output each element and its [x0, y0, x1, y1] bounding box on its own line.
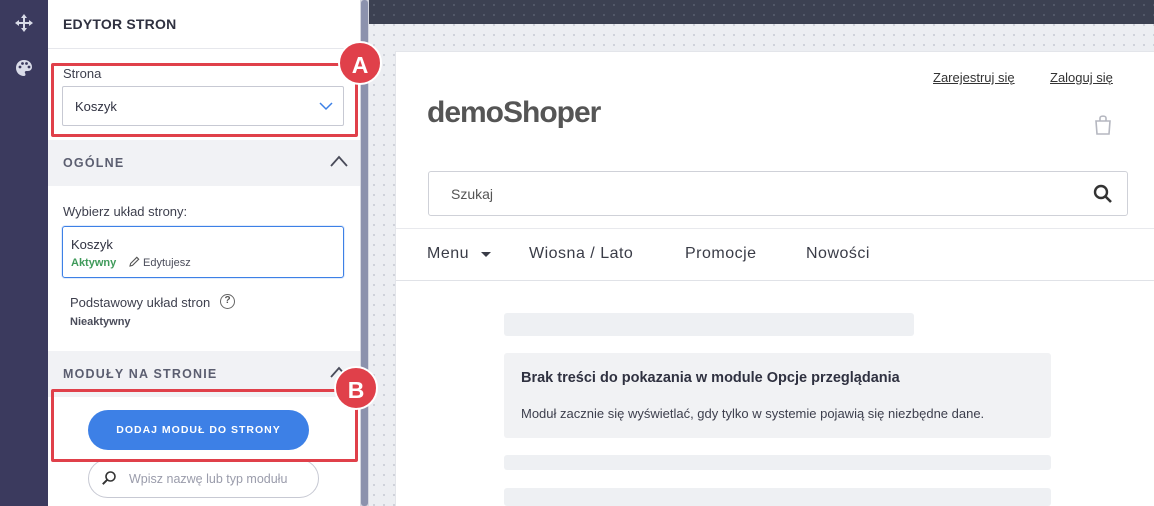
store-logo[interactable]: demoShoper	[427, 96, 601, 130]
status-badge: Aktywny	[71, 257, 117, 269]
help-icon[interactable]: ?	[220, 294, 235, 309]
pencil-icon	[129, 256, 140, 270]
chevron-up-icon	[330, 155, 348, 167]
register-link[interactable]: Zarejestruj się	[933, 70, 1015, 85]
nav-menu[interactable]: Menu	[427, 245, 469, 263]
caret-down-icon[interactable]	[481, 252, 491, 257]
status-badge: Nieaktywny	[70, 316, 131, 328]
store-search-placeholder: Szukaj	[451, 186, 494, 202]
nav-promotions[interactable]: Promocje	[685, 245, 757, 263]
notice-text: Moduł zacznie się wyświetlać, gdy tylko …	[521, 406, 985, 421]
placeholder-bar	[504, 488, 1051, 506]
highlight-box-a	[51, 63, 358, 137]
section-modules-title: MODUŁY NA STRONIE	[63, 367, 218, 381]
layout-option-selected[interactable]: Koszyk Aktywny Edytujesz	[62, 226, 344, 278]
preview-topbar	[369, 0, 1154, 24]
module-search-input[interactable]: Wpisz nazwę lub typ modułu	[88, 459, 319, 498]
shopping-bag-icon[interactable]	[1093, 112, 1113, 136]
search-icon[interactable]	[1093, 184, 1113, 204]
divider	[48, 48, 360, 49]
highlight-box-b	[51, 389, 358, 462]
divider	[396, 280, 1154, 281]
layout-name: Koszyk	[71, 237, 113, 252]
annotation-badge-b: B	[334, 366, 378, 410]
nav-spring-summer[interactable]: Wiosna / Lato	[529, 245, 633, 263]
login-link[interactable]: Zaloguj się	[1050, 70, 1113, 85]
choose-layout-label: Wybierz układ strony:	[63, 204, 188, 219]
module-empty-notice: Brak treści do pokazania w module Opcje …	[504, 353, 1051, 438]
module-search-placeholder: Wpisz nazwę lub typ modułu	[129, 472, 288, 486]
notice-title: Brak treści do pokazania w module Opcje …	[521, 370, 900, 386]
nav-new[interactable]: Nowości	[806, 245, 870, 263]
store-page-preview: Zarejestruj się Zaloguj się demoShoper S…	[396, 52, 1154, 506]
left-toolbar	[0, 0, 48, 506]
store-search-input[interactable]: Szukaj	[428, 171, 1128, 216]
section-general-header[interactable]: OGÓLNE	[48, 140, 360, 186]
editing-label: Edytujesz	[143, 257, 191, 269]
search-icon	[102, 471, 116, 485]
layout-option-base[interactable]: Podstawowy układ stron	[70, 295, 210, 310]
placeholder-bar	[504, 313, 914, 336]
section-general-title: OGÓLNE	[63, 156, 125, 170]
placeholder-bar	[504, 455, 1051, 470]
panel-title: EDYTOR STRON	[63, 16, 177, 32]
move-icon[interactable]	[14, 13, 34, 33]
palette-icon[interactable]	[14, 58, 34, 78]
divider	[396, 228, 1154, 229]
annotation-badge-a: A	[338, 41, 382, 85]
